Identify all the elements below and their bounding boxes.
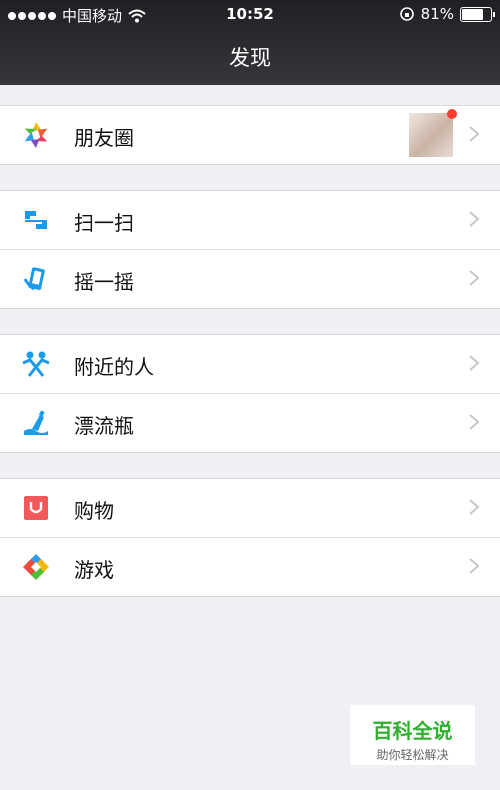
chevron-right-icon [469,355,480,371]
group-shopping-games: 购物 游戏 [0,478,500,597]
group-moments: 朋友圈 [0,105,500,165]
list-item-shopping[interactable]: 购物 [0,479,500,537]
moments-icon [24,122,48,148]
chevron-right-icon [469,270,480,286]
list-item-shake[interactable]: 摇一摇 [0,249,500,308]
watermark-subtitle: 助你轻松解决 [376,748,449,762]
new-post-badge [447,109,457,119]
battery-percentage: 81% [420,5,454,23]
group-scan-shake: 扫一扫 摇一摇 [0,190,500,309]
chevron-right-icon [469,211,480,227]
shopping-icon [24,496,48,520]
list-item-label: 摇一摇 [74,270,134,294]
navigation-bar: 中国移动 10:52 81% 发现 [0,0,500,85]
list-item-label: 扫一扫 [74,211,134,235]
list-item-label: 朋友圈 [74,126,134,150]
games-icon [23,554,49,580]
list-item-moments[interactable]: 朋友圈 [0,106,500,164]
list-item-people-nearby[interactable]: 附近的人 [0,335,500,393]
watermark-title: 百科全说 [372,719,453,743]
chevron-right-icon [469,126,480,142]
chevron-right-icon [469,414,480,430]
list-item-label: 附近的人 [74,355,154,379]
list-item-games[interactable]: 游戏 [0,537,500,596]
chevron-right-icon [469,499,480,515]
shake-icon [23,267,45,291]
status-bar: 中国移动 10:52 81% [0,0,500,28]
watermark-logo: 百科全说 助你轻松解决 [350,705,475,765]
list-item-label: 游戏 [74,558,114,582]
people-nearby-icon [22,351,50,377]
list-item-label: 购物 [74,499,114,523]
battery-icon [460,6,495,22]
drift-bottle-icon [24,410,48,435]
moments-avatar-thumbnail [409,109,457,157]
list-item-scan[interactable]: 扫一扫 [0,191,500,249]
group-nearby-bottle: 附近的人 漂流瓶 [0,334,500,453]
page-title: 发现 [229,46,271,70]
scan-icon [25,211,47,229]
chevron-right-icon [469,558,480,574]
list-item-label: 漂流瓶 [74,414,134,438]
rotation-lock-icon [399,7,414,21]
list-item-drift-bottle[interactable]: 漂流瓶 [0,393,500,452]
